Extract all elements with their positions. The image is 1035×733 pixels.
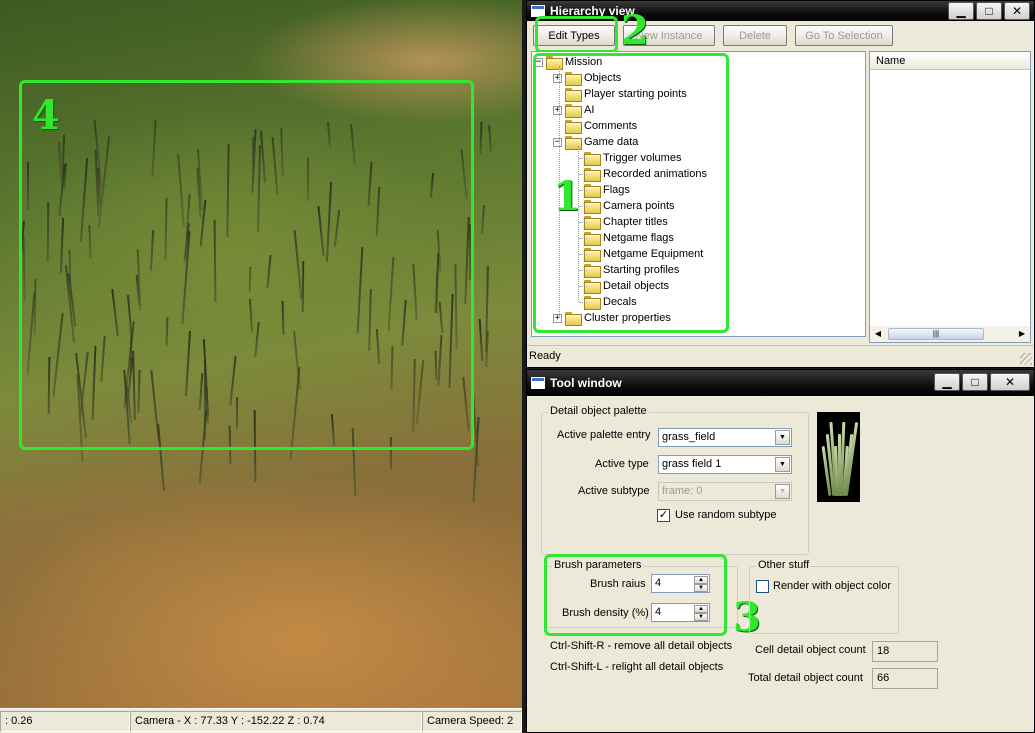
active-type-value: grass field 1 (662, 458, 722, 470)
minimize-button[interactable]: ▁ (934, 373, 960, 391)
annotation-number-2: 2 (621, 7, 649, 54)
active-type-label: Active type (595, 458, 649, 470)
other-group-label: Other stuff (756, 559, 812, 571)
hierarchy-status-bar: Ready (527, 345, 1034, 367)
close-button[interactable]: ✕ (990, 373, 1030, 391)
minimize-button[interactable]: ▁ (948, 2, 974, 20)
detail-object-preview-image (817, 412, 860, 502)
scrollbar-thumb[interactable]: ||| (888, 328, 984, 340)
horizontal-scrollbar[interactable]: ◀ ||| ▶ (870, 326, 1030, 342)
chevron-down-icon[interactable]: ▼ (775, 484, 790, 499)
tool-title: Tool window (550, 376, 622, 390)
remove-hint: Ctrl-Shift-R - remove all detail objects (550, 640, 733, 652)
total-count-value: 66 (872, 668, 938, 689)
hierarchy-view-window: Hierarchy view ▁ □ ✕ Edit Types New Inst… (526, 0, 1035, 368)
chevron-down-icon[interactable]: ▼ (775, 430, 790, 445)
active-type-select[interactable]: grass field 1 ▼ (658, 455, 792, 474)
close-button[interactable]: ✕ (1004, 2, 1030, 20)
active-subtype-value: frame: 0 (662, 485, 703, 497)
tool-window: Tool window ▁ □ ✕ Detail object palette … (526, 369, 1035, 733)
annotation-number-1: 1 (553, 173, 581, 220)
active-subtype-select[interactable]: frame: 0 ▼ (658, 482, 792, 501)
scroll-right-icon[interactable]: ▶ (1014, 326, 1030, 342)
annotation-box-toolbar (535, 16, 618, 53)
zoom-readout: : 0.26 (0, 711, 130, 732)
cell-count-value: 18 (872, 641, 938, 662)
annotation-box-brush (544, 554, 727, 636)
viewport-status-bar: : 0.26 Camera - X : 77.33 Y : -152.22 Z … (0, 708, 522, 733)
active-palette-entry-value: grass_field (662, 431, 716, 443)
status-text: Ready (529, 350, 561, 362)
chevron-down-icon[interactable]: ▼ (775, 457, 790, 472)
camera-speed-readout: Camera Speed: 2 (422, 711, 522, 732)
maximize-button[interactable]: □ (976, 2, 1002, 20)
scroll-left-icon[interactable]: ◀ (870, 326, 886, 342)
use-random-subtype-label: Use random subtype (675, 509, 777, 521)
relight-hint: Ctrl-Shift-L - relight all detail object… (550, 661, 724, 673)
palette-group-label: Detail object palette (548, 405, 649, 417)
name-column-header[interactable]: Name (870, 52, 1030, 70)
go-to-selection-button[interactable]: Go To Selection (795, 25, 893, 46)
active-palette-entry-select[interactable]: grass_field ▼ (658, 428, 792, 447)
active-subtype-label: Active subtype (578, 485, 650, 497)
3d-viewport[interactable]: 4 (0, 0, 522, 708)
cell-count-label: Cell detail object count (755, 644, 866, 656)
annotation-number-4: 4 (32, 92, 60, 139)
maximize-button[interactable]: □ (962, 373, 988, 391)
render-with-object-color-checkbox[interactable] (756, 580, 769, 593)
name-list-panel[interactable]: Name ◀ ||| ▶ (869, 51, 1031, 343)
active-palette-entry-label: Active palette entry (557, 429, 651, 441)
camera-position-readout: Camera - X : 77.33 Y : -152.22 Z : 0.74 (130, 711, 422, 732)
total-count-label: Total detail object count (748, 672, 863, 684)
annotation-box-viewport (19, 80, 474, 450)
render-with-object-color-label: Render with object color (773, 580, 892, 592)
delete-button[interactable]: Delete (723, 25, 787, 46)
other-stuff-group: Other stuff (749, 559, 899, 634)
use-random-subtype-checkbox[interactable]: ✓ (657, 509, 670, 522)
window-icon (531, 377, 545, 389)
tool-titlebar[interactable]: Tool window ▁ □ ✕ (527, 370, 1034, 396)
resize-grip-icon[interactable] (1020, 353, 1032, 365)
